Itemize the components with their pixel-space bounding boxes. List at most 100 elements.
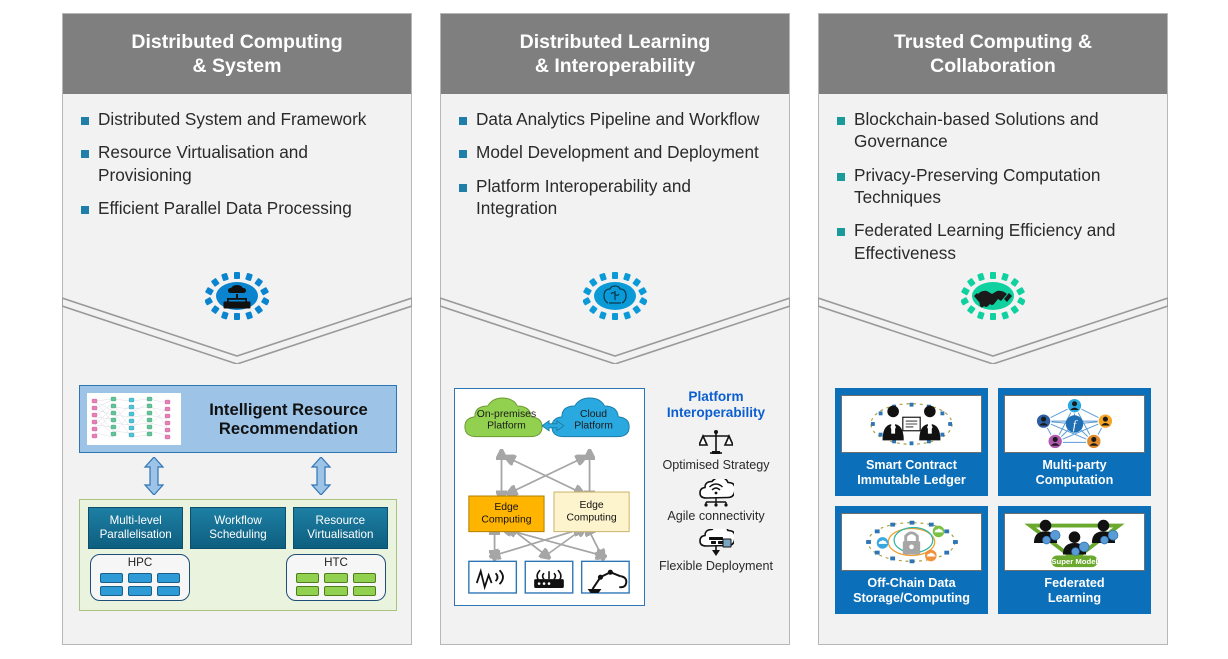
cluster-hpc-label: HPC (127, 556, 153, 570)
column-3-bullet-list: Blockchain-based Solutions and Governanc… (819, 94, 1167, 264)
column-distributed-learning: Distributed Learning & Interoperability … (440, 13, 790, 645)
bullet-marker-icon (459, 183, 467, 192)
column-2-body: Data Analytics Pipeline and Workflow Mod… (440, 94, 790, 644)
capability-resource-virtualisation[interactable]: Resource Virtualisation (292, 507, 388, 550)
platform-interoperability-panel: Platform Interoperability Optimised Stra… (653, 389, 779, 578)
bullet-label: Blockchain-based Solutions and Governanc… (854, 109, 1099, 152)
bullet-label: Model Development and Deployment (476, 142, 759, 163)
capability-button-row: Multi-level Parallelisation Workflow Sch… (80, 500, 396, 550)
cluster-htc-label: HTC (324, 556, 348, 570)
node-chip (100, 586, 124, 597)
list-item: Distributed System and Framework (81, 108, 397, 130)
node-chip (156, 573, 180, 584)
node-chip (324, 573, 348, 584)
platform-architecture-diagram: On-premises Platform Cloud Platform Edge… (454, 388, 645, 606)
list-item: Platform Interoperability and Integratio… (459, 175, 775, 220)
cluster-row: HPC HTC (80, 549, 396, 602)
neural-network-diagram (87, 393, 181, 445)
svg-text:Edge: Edge (579, 500, 603, 511)
svg-text:Super Model: Super Model (1051, 557, 1097, 566)
double-headed-vertical-arrow-icon (143, 457, 165, 495)
bullet-marker-icon (459, 150, 467, 159)
bullet-marker-icon (81, 206, 89, 215)
column-3-body: Blockchain-based Solutions and Governanc… (818, 94, 1168, 644)
cluster-htc: HTC (286, 554, 386, 602)
svg-text:Computing: Computing (566, 513, 616, 524)
bullet-label: Privacy-Preserving Computation Technique… (854, 164, 1101, 208)
intelligent-resource-recommendation-card: Intelligent Resource Recommendation (79, 385, 397, 453)
column-distributed-computing: Distributed Computing & System Distribut… (62, 13, 412, 645)
svg-text:Cloud: Cloud (580, 409, 607, 420)
svg-text:Platform: Platform (574, 421, 613, 432)
capability-multi-level-parallelisation[interactable]: Multi-level Parallelisation (88, 507, 184, 550)
infographic-board: Distributed Computing & System Distribut… (0, 0, 1228, 659)
multiparty-network-illustration: f (1004, 395, 1145, 453)
bullet-marker-icon (837, 117, 845, 125)
bullet-marker-icon (837, 172, 845, 181)
bullet-label: Platform Interoperability and Integratio… (476, 175, 691, 219)
interop-label: Agile connectivity (667, 508, 765, 523)
list-item: Data Analytics Pipeline and Workflow (459, 108, 775, 130)
bullet-marker-icon (81, 117, 89, 125)
interop-item-flexible-deployment: Flexible Deployment (653, 528, 779, 573)
node-chip (100, 573, 124, 584)
list-item: Model Development and Deployment (459, 141, 775, 163)
tile-offchain-storage[interactable]: Off-Chain Data Storage/Computing (835, 506, 988, 615)
federated-learning-illustration: Super Model (1004, 513, 1145, 572)
interop-label: Optimised Strategy (662, 458, 770, 473)
column-3-title: Trusted Computing & Collaboration (819, 14, 1167, 94)
list-item: Federated Learning Efficiency and Effect… (837, 219, 1153, 264)
cluster-hpc: HPC (90, 554, 190, 602)
node-chip (128, 586, 152, 597)
node-chip (296, 573, 320, 584)
cloud-deploy-icon (653, 528, 779, 558)
interop-title: Platform Interoperability (666, 389, 766, 421)
tile-federated-learning[interactable]: Super Model Federated Learning (998, 506, 1151, 615)
column-3-tile-grid: Smart Contract Immutable Ledger f Multi-… (819, 384, 1167, 615)
tile-label: Multi-party Computation (1035, 458, 1114, 488)
bullet-marker-icon (459, 117, 467, 125)
recommendation-headline: Intelligent Resource Recommendation (209, 399, 368, 438)
tile-label: Federated Learning (1044, 576, 1105, 606)
tile-label: Smart Contract Immutable Ledger (857, 458, 966, 488)
column-trusted-computing: Trusted Computing & Collaboration Blockc… (818, 13, 1168, 645)
tile-label: Off-Chain Data Storage/Computing (853, 576, 970, 606)
cloud-network-gear-icon (205, 272, 269, 320)
bullet-label: Data Analytics Pipeline and Workflow (476, 109, 760, 129)
offchain-lock-illustration (841, 513, 982, 572)
cluster-hpc-nodes (91, 570, 189, 597)
node-chip (156, 586, 180, 597)
node-chip (128, 573, 152, 584)
node-chip (296, 586, 320, 597)
smart-contract-illustration (841, 395, 982, 453)
handshake-gear-icon (961, 272, 1025, 320)
bullet-marker-icon (837, 228, 845, 237)
double-headed-vertical-arrow-icon (310, 457, 332, 495)
tile-multiparty-computation[interactable]: f Multi-party Computation (998, 388, 1151, 497)
capability-workflow-scheduling[interactable]: Workflow Scheduling (190, 507, 286, 550)
interop-item-agile-connectivity: Agile connectivity (653, 478, 779, 523)
column-1-body: Distributed System and Framework Resourc… (62, 94, 412, 644)
balance-scales-icon (653, 427, 779, 457)
cluster-htc-nodes (287, 570, 385, 597)
svg-text:Edge: Edge (494, 502, 518, 513)
interop-item-optimised-strategy: Optimised Strategy (653, 427, 779, 472)
bullet-marker-icon (81, 150, 89, 159)
bullet-label: Resource Virtualisation and Provisioning (98, 142, 308, 185)
list-item: Efficient Parallel Data Processing (81, 197, 397, 219)
column-1-title: Distributed Computing & System (63, 14, 411, 94)
node-chip (352, 573, 376, 584)
column-1-bullet-list: Distributed System and Framework Resourc… (63, 94, 411, 219)
list-item: Resource Virtualisation and Provisioning (81, 141, 397, 186)
bullet-label: Federated Learning Efficiency and Effect… (854, 220, 1116, 263)
tile-smart-contract[interactable]: Smart Contract Immutable Ledger (835, 388, 988, 497)
svg-text:On-premises: On-premises (477, 409, 536, 420)
ai-brain-head-gear-icon (583, 272, 647, 320)
svg-text:Computing: Computing (481, 515, 531, 526)
node-chip (352, 586, 376, 597)
list-item: Blockchain-based Solutions and Governanc… (837, 108, 1153, 153)
interop-label: Flexible Deployment (658, 559, 774, 573)
svg-text:Platform: Platform (487, 421, 526, 432)
column-2-title: Distributed Learning & Interoperability (441, 14, 789, 94)
cloud-wifi-icon (653, 478, 779, 508)
